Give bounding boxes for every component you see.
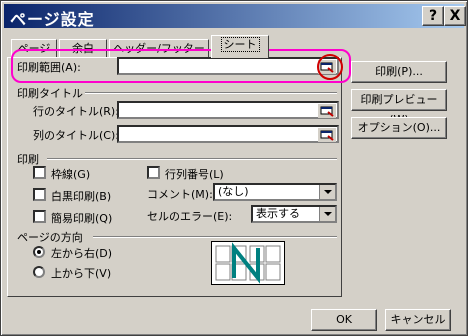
draft-label: 簡易印刷(Q) <box>51 212 113 225</box>
page-setup-dialog: ページ設定 ? X ページ 余白 ヘッダー/フッター シート 印刷範囲(A): … <box>0 0 468 336</box>
dialog-title: ページ設定 <box>10 10 95 29</box>
col-title-collapse-button[interactable] <box>318 128 336 142</box>
help-button[interactable]: ? <box>422 6 444 26</box>
ok-button[interactable]: OK <box>311 309 377 331</box>
bw-checkbox[interactable] <box>33 188 46 201</box>
page-order-preview-icon <box>211 241 285 285</box>
print-area-label: 印刷範囲(A): <box>17 61 81 74</box>
left-to-right-label: 左から右(D) <box>51 247 113 260</box>
chevron-down-icon[interactable] <box>319 207 335 221</box>
print-group-divider <box>47 158 337 160</box>
comments-value: (なし) <box>218 185 249 198</box>
tab-sheet-label: シート <box>220 37 260 52</box>
rowcol-headers-checkbox[interactable] <box>147 166 160 179</box>
col-title-input[interactable] <box>117 125 339 143</box>
comments-select[interactable]: (なし) <box>213 183 337 201</box>
col-title-label: 列のタイトル(C): <box>33 129 119 142</box>
cell-errors-select[interactable]: 表示する <box>251 205 337 223</box>
close-button[interactable]: X <box>444 6 466 26</box>
annotation-circle <box>317 54 343 80</box>
print-titles-label: 印刷タイトル <box>17 87 83 100</box>
row-title-label: 行のタイトル(R): <box>33 105 119 118</box>
gridlines-checkbox[interactable] <box>33 166 46 179</box>
range-select-icon <box>320 130 334 141</box>
print-button[interactable]: 印刷(P)... <box>351 61 447 83</box>
range-select-icon <box>320 106 334 117</box>
print-area-input[interactable] <box>117 57 339 75</box>
print-group-label: 印刷 <box>17 153 39 166</box>
top-to-bottom-label: 上から下(V) <box>51 267 112 280</box>
title-bar[interactable]: ページ設定 ? X <box>4 4 466 29</box>
bw-label: 白黒印刷(B) <box>51 190 112 203</box>
print-titles-divider <box>85 92 337 94</box>
tab-sheet[interactable]: シート <box>211 35 269 58</box>
print-preview-button[interactable]: 印刷プレビュー(W) <box>351 89 447 126</box>
chevron-down-icon[interactable] <box>319 185 335 199</box>
gridlines-label: 枠線(G) <box>51 168 91 181</box>
draft-checkbox[interactable] <box>33 210 46 223</box>
top-to-bottom-radio[interactable] <box>33 266 45 278</box>
options-button[interactable]: オプション(O)... <box>351 117 447 139</box>
page-order-label: ページの方向 <box>17 231 83 244</box>
rowcol-headers-label: 行列番号(L) <box>165 168 224 181</box>
cell-errors-value: 表示する <box>256 207 300 220</box>
row-title-input[interactable] <box>117 101 339 119</box>
cancel-button[interactable]: キャンセル <box>385 309 451 331</box>
page-order-divider <box>93 236 337 238</box>
comments-label: コメント(M): <box>147 188 213 201</box>
cell-errors-label: セルのエラー(E): <box>147 210 233 223</box>
left-to-right-radio[interactable] <box>33 246 45 258</box>
row-title-collapse-button[interactable] <box>318 104 336 118</box>
